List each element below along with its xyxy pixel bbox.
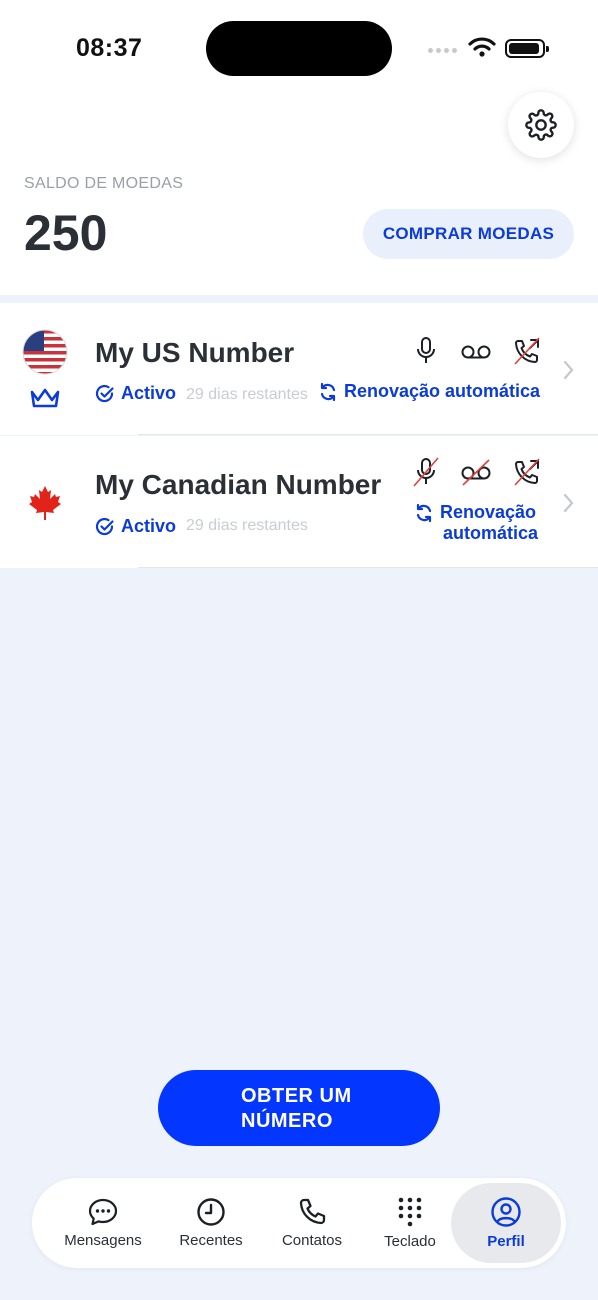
status-badge: Activo bbox=[95, 383, 176, 404]
gear-icon bbox=[525, 109, 557, 141]
days-remaining: 29 dias restantes bbox=[186, 386, 308, 403]
check-circle-icon bbox=[95, 384, 114, 402]
get-number-line2: NÚMERO bbox=[241, 1110, 333, 1132]
balance-label: SALDO DE MOEDAS bbox=[24, 175, 184, 192]
header-section: 08:37 SALDO DE MOEDAS 250 COMPRAR MOEDAS bbox=[0, 0, 598, 295]
auto-renewal-text: Renovação automática bbox=[344, 381, 541, 401]
tab-profile[interactable]: Perfil bbox=[451, 1183, 561, 1263]
days-remaining: 29 dias restantes bbox=[186, 517, 308, 534]
tab-label: Teclado bbox=[384, 1233, 436, 1250]
microphone-icon bbox=[417, 337, 435, 363]
refresh-icon bbox=[416, 503, 432, 522]
voicemail-disabled-icon bbox=[461, 459, 491, 486]
voicemail-icon bbox=[461, 345, 491, 359]
tab-label: Mensagens bbox=[64, 1232, 142, 1249]
number-name: My US Number bbox=[95, 337, 295, 368]
keypad-icon bbox=[398, 1197, 422, 1227]
chevron-right-icon bbox=[563, 493, 574, 513]
check-circle-icon bbox=[95, 517, 114, 535]
number-row-canada[interactable]: My Canadian Number Activo 29 dias restan… bbox=[0, 436, 598, 568]
settings-button[interactable] bbox=[508, 92, 574, 158]
auto-renewal-text-line2: automática bbox=[442, 523, 538, 543]
status-text: Activo bbox=[121, 383, 177, 403]
tab-bar: Mensagens Recentes Contatos Teclado Perf… bbox=[32, 1178, 566, 1268]
row-divider bbox=[138, 434, 598, 435]
tab-recents[interactable]: Recentes bbox=[160, 1178, 262, 1268]
tab-label: Perfil bbox=[487, 1233, 525, 1250]
tab-contacts[interactable]: Contatos bbox=[262, 1178, 362, 1268]
crown-icon bbox=[30, 388, 60, 408]
row-divider bbox=[138, 567, 598, 568]
tab-label: Recentes bbox=[179, 1232, 243, 1249]
tab-label: Contatos bbox=[281, 1232, 343, 1249]
refresh-icon bbox=[320, 382, 336, 401]
clock-icon bbox=[197, 1198, 225, 1226]
wifi-icon bbox=[468, 37, 496, 57]
number-row-us[interactable]: My US Number Activo 29 dias restantes Re… bbox=[0, 303, 598, 435]
get-number-button[interactable]: OBTER UM NÚMERO bbox=[158, 1070, 440, 1146]
call-forward-disabled-icon bbox=[514, 337, 540, 365]
tab-messages[interactable]: Mensagens bbox=[52, 1178, 154, 1268]
battery-icon bbox=[505, 39, 549, 58]
chat-bubble-icon bbox=[88, 1198, 118, 1226]
call-forward-disabled-icon bbox=[514, 458, 540, 486]
us-flag-icon bbox=[22, 329, 68, 375]
chevron-right-icon bbox=[563, 360, 574, 380]
status-time: 08:37 bbox=[76, 34, 143, 62]
auto-renewal-link[interactable]: Renovação automática bbox=[318, 381, 540, 402]
buy-coins-button[interactable]: COMPRAR MOEDAS bbox=[363, 209, 574, 259]
status-badge: Activo bbox=[95, 516, 176, 537]
dynamic-island bbox=[206, 21, 392, 76]
profile-icon bbox=[491, 1197, 521, 1227]
signal-icon bbox=[428, 48, 457, 53]
microphone-disabled-icon bbox=[413, 457, 439, 487]
auto-renewal-link[interactable]: Renovação automática bbox=[414, 502, 544, 544]
tab-keypad[interactable]: Teclado bbox=[362, 1178, 458, 1268]
status-text: Activo bbox=[121, 516, 177, 536]
phone-icon bbox=[299, 1198, 326, 1225]
balance-value: 250 bbox=[24, 205, 108, 261]
get-number-line1: OBTER UM bbox=[241, 1085, 352, 1107]
number-name: My Canadian Number bbox=[95, 469, 382, 500]
auto-renewal-text-line1: Renovação bbox=[440, 502, 537, 522]
canada-flag-icon bbox=[29, 486, 61, 520]
